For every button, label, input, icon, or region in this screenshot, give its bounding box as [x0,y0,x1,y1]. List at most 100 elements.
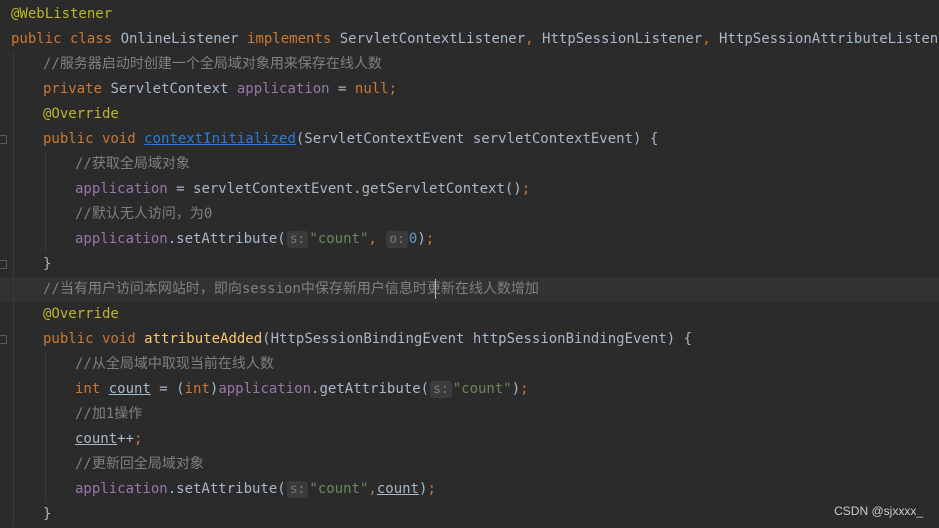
code-line[interactable]: @Override [0,302,939,327]
indent-guide [13,277,14,302]
keyword-token: int [75,381,109,397]
code-token: ) [511,381,521,397]
keyword-token: ; [521,181,531,197]
code-line[interactable]: //更新回全局域对象 [0,452,939,477]
text-caret [435,279,436,299]
code-line[interactable]: public void contextInitialized(ServletCo… [0,127,939,152]
code-text: public void contextInitialized(ServletCo… [43,127,658,152]
fold-marker-icon[interactable] [0,135,7,144]
indent-guide [13,177,14,202]
indent-guide [13,227,14,252]
code-text: //服务器启动时创建一个全局域对象用来保存在线人数 [43,52,382,77]
keyword-token: , [525,31,543,47]
code-line[interactable]: //加1操作 [0,402,939,427]
code-token: = ( [150,381,185,397]
code-line[interactable]: count++; [0,427,939,452]
code-token: } [43,256,52,272]
indent-guide [13,327,14,352]
code-token: } [43,506,52,522]
code-text: } [43,502,51,527]
keyword-token: null; [354,81,398,97]
code-line[interactable]: application.setAttribute(s: "count",count… [0,477,939,502]
code-line[interactable]: application.setAttribute(s: "count", o: 0)… [0,227,939,252]
indent-guide [13,127,14,152]
indent-guide [13,427,14,452]
fold-marker-icon[interactable] [0,260,7,269]
code-editor[interactable]: @WebListener public class OnlineListener … [0,0,939,528]
code-text: int count = (int)application.getAttribut… [75,377,529,402]
field-token: application [75,481,168,497]
code-line[interactable]: @WebListener [0,2,939,27]
code-token: OnlineListener [120,31,248,47]
method-name-token: attributeAdded [144,331,263,347]
keyword-token: public void [43,331,145,347]
indent-guide [13,377,14,402]
indent-guide [45,177,46,202]
indent-guide [13,477,14,502]
keyword-token: ; [427,481,436,497]
string-token: "count" [309,481,369,497]
variable-token: count [376,481,419,497]
code-text: @Override [43,102,119,127]
indent-guide [45,377,46,402]
indent-guide [13,202,14,227]
code-text: public void attributeAdded(HttpSessionBi… [43,327,692,352]
code-token: ServletContextListener [339,31,526,47]
indent-guide [45,452,46,477]
indent-guide [45,152,46,177]
code-line[interactable]: public class OnlineListener implements S… [0,27,939,52]
code-token: .setAttribute( [167,231,286,247]
indent-guide [45,202,46,227]
indent-guide [13,352,14,377]
keyword-token: int [184,381,210,397]
keyword-token: ; [134,431,143,447]
comment-token: //当有用户访问本网站时，即向session中保存新用户信息时更新在线人数增加 [43,281,539,297]
fold-marker-icon[interactable] [0,335,7,344]
string-token: "count" [309,231,369,247]
code-text: //更新回全局域对象 [75,452,204,477]
code-text: public class OnlineListener implements S… [11,27,939,52]
code-line[interactable]: } [0,252,939,277]
parameter-hint: s: [286,231,309,248]
code-line[interactable]: int count = (int)application.getAttribut… [0,377,939,402]
code-text: private ServletContext application = nul… [43,77,397,102]
code-line[interactable]: private ServletContext application = nul… [0,77,939,102]
code-token: .setAttribute( [167,481,286,497]
code-line[interactable]: //默认无人访问，为0 [0,202,939,227]
method-link-token[interactable]: contextInitialized [144,131,296,147]
code-line[interactable]: public void attributeAdded(HttpSessionBi… [0,327,939,352]
field-token: application [218,381,312,397]
code-token: = [338,81,355,97]
code-line[interactable]: application = servletContextEvent.getSer… [0,177,939,202]
code-line[interactable]: //当有用户访问本网站时，即向session中保存新用户信息时更新在线人数增加 [0,277,939,302]
code-text: application = servletContextEvent.getSer… [75,177,530,202]
code-line[interactable]: //从全局域中取现当前在线人数 [0,352,939,377]
indent-guide [45,402,46,427]
keyword-token: public class [11,31,121,47]
annotation-token: @Override [43,306,119,322]
code-token: ServletContext [110,81,237,97]
keyword-token: , [368,481,377,497]
code-token: (ServletContextEvent servletContextEvent… [295,131,659,147]
field-token: application [75,231,168,247]
indent-guide [13,402,14,427]
keyword-token: private [43,81,111,97]
indent-guide [13,77,14,102]
indent-guide [13,52,14,77]
code-line[interactable]: @Override [0,102,939,127]
indent-guide [13,452,14,477]
code-line[interactable]: //服务器启动时创建一个全局域对象用来保存在线人数 [0,52,939,77]
indent-guide [13,102,14,127]
code-token: ) [417,231,426,247]
annotation-token: @Override [43,106,119,122]
code-token: HttpSessionListener [542,31,703,47]
indent-guide [45,352,46,377]
keyword-token: implements [247,31,340,47]
comment-token: //加1操作 [75,406,143,422]
comment-token: //更新回全局域对象 [75,456,204,472]
string-token: "count" [452,381,512,397]
code-token: .getAttribute( [311,381,430,397]
code-token: = servletContextEvent.getServletContext(… [176,181,522,197]
code-line[interactable]: } [0,502,939,527]
code-line[interactable]: //获取全局域对象 [0,152,939,177]
